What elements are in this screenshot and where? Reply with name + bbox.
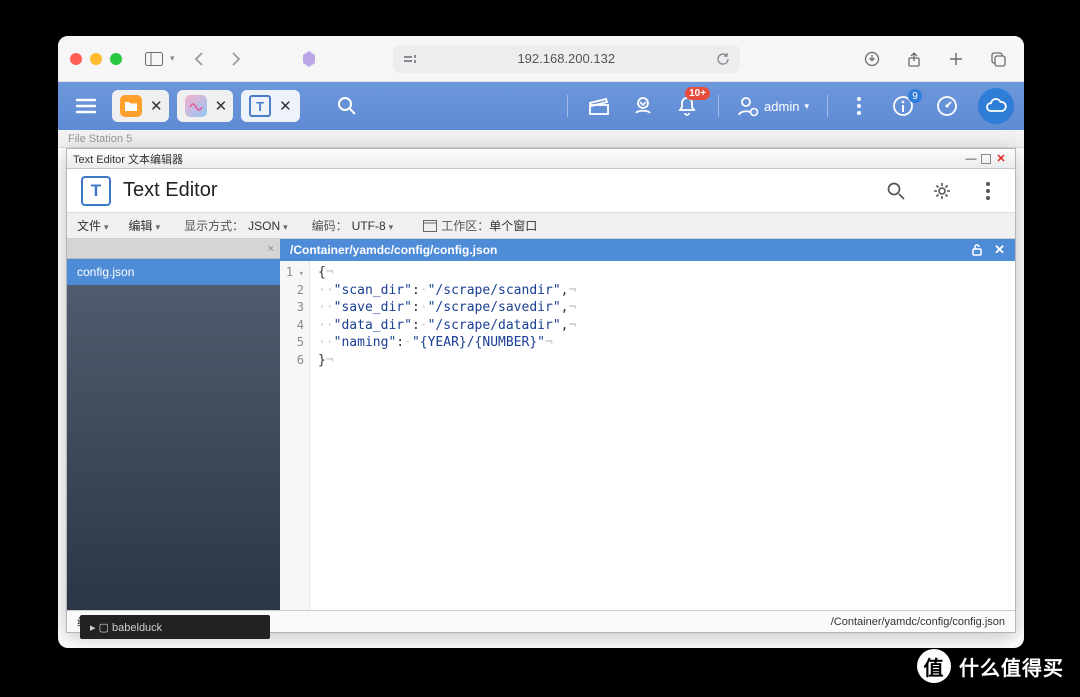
text-editor-window: Text Editor 文本编辑器 ✕ T Text Editor 文件 编辑 … xyxy=(66,148,1016,633)
background-crumb: File Station 5 xyxy=(58,130,1024,148)
notification-badge: 10+ xyxy=(685,87,710,100)
maximize-window-button[interactable] xyxy=(110,53,122,65)
code-area[interactable]: 123456 {¬··"scan_dir":·"/scrape/scandir"… xyxy=(280,261,1015,610)
maximize-button[interactable] xyxy=(981,154,991,164)
site-settings-icon[interactable] xyxy=(403,53,417,65)
workspace-label: 工作区： xyxy=(441,217,489,234)
encoding-select[interactable]: UTF-8 xyxy=(352,213,404,238)
close-file-icon[interactable]: ✕ xyxy=(994,242,1005,258)
code-content[interactable]: {¬··"scan_dir":·"/scrape/scandir",¬··"sa… xyxy=(310,261,584,610)
info-button[interactable]: 9 xyxy=(890,93,916,119)
close-window-button[interactable] xyxy=(70,53,82,65)
workspace-icon xyxy=(423,220,437,232)
menu-edit[interactable]: 编辑 xyxy=(119,213,171,238)
task-file-station[interactable]: ✕ xyxy=(112,90,169,122)
minimize-window-button[interactable] xyxy=(90,53,102,65)
background-task-peek: ▸ ▢ babelduck xyxy=(80,615,270,639)
te-app-title: Text Editor xyxy=(123,179,863,202)
sidebar-icon xyxy=(140,47,168,71)
te-editor-pane: /Container/yamdc/config/config.json ✕ 12… xyxy=(280,239,1015,610)
sidebar-toggle[interactable]: ▾ xyxy=(140,47,175,71)
address-text: 192.168.200.132 xyxy=(517,51,615,66)
close-icon[interactable]: ✕ xyxy=(150,97,163,115)
dashboard-button[interactable] xyxy=(934,93,960,119)
tabs-overview-button[interactable] xyxy=(984,47,1012,71)
forward-button[interactable] xyxy=(223,47,251,71)
close-icon[interactable]: ✕ xyxy=(215,97,228,115)
open-file-tab[interactable]: config.json xyxy=(67,259,280,285)
more-button[interactable] xyxy=(975,178,1001,204)
devices-icon[interactable] xyxy=(630,93,656,119)
address-bar[interactable]: 192.168.200.132 xyxy=(393,45,740,73)
nas-top-bar: ✕ ✕ T ✕ 10+ xyxy=(58,82,1024,130)
display-mode-label: 显示方式： xyxy=(170,217,248,234)
close-button[interactable]: ✕ xyxy=(993,152,1009,166)
user-label: admin xyxy=(764,99,799,114)
clapper-icon[interactable] xyxy=(586,93,612,119)
te-window-titlebar[interactable]: Text Editor 文本编辑器 ✕ xyxy=(67,149,1015,169)
close-icon[interactable]: ✕ xyxy=(279,97,292,115)
cloud-button[interactable] xyxy=(978,88,1014,124)
user-icon xyxy=(737,95,759,117)
browser-titlebar: ▾ 192.168.200.132 xyxy=(58,36,1024,82)
watermark: 值 什么值得买 xyxy=(917,649,1064,683)
text-editor-icon: T xyxy=(249,95,271,117)
text-editor-app-icon: T xyxy=(81,176,111,206)
sidebar-close[interactable]: × xyxy=(67,239,280,259)
te-window-title: Text Editor 文本编辑器 xyxy=(73,151,961,167)
display-mode-select[interactable]: JSON xyxy=(248,213,298,238)
info-badge: 9 xyxy=(908,89,922,103)
te-header: T Text Editor xyxy=(67,169,1015,213)
nas-right-controls: 10+ admin ▾ 9 xyxy=(567,88,1014,124)
search-button[interactable] xyxy=(883,178,909,204)
te-menubar: 文件 编辑 显示方式： JSON 编码： UTF-8 工作区： 单个窗口 xyxy=(67,213,1015,239)
downloads-button[interactable] xyxy=(858,47,886,71)
wave-icon xyxy=(185,95,207,117)
workspace-value: 单个窗口 xyxy=(489,217,537,234)
share-button[interactable] xyxy=(900,47,928,71)
status-path: /Container/yamdc/config/config.json xyxy=(831,616,1005,628)
menu-file[interactable]: 文件 xyxy=(67,213,119,238)
new-tab-button[interactable] xyxy=(942,47,970,71)
line-gutter: 123456 xyxy=(280,261,310,610)
reload-button[interactable] xyxy=(716,52,730,66)
task-text-editor[interactable]: T ✕ xyxy=(241,90,300,122)
user-menu[interactable]: admin ▾ xyxy=(737,95,809,117)
folder-icon xyxy=(120,95,142,117)
encoding-label: 编码： xyxy=(298,217,352,234)
main-menu-button[interactable] xyxy=(68,89,104,123)
notifications-button[interactable]: 10+ xyxy=(674,93,700,119)
task-app-2[interactable]: ✕ xyxy=(177,90,234,122)
te-path-bar: /Container/yamdc/config/config.json ✕ xyxy=(280,239,1015,261)
more-button[interactable] xyxy=(846,93,872,119)
back-button[interactable] xyxy=(185,47,213,71)
unlock-icon[interactable] xyxy=(970,243,984,257)
minimize-button[interactable] xyxy=(963,152,979,166)
site-app-icon[interactable] xyxy=(295,47,323,71)
te-file-sidebar: × config.json xyxy=(67,239,280,610)
settings-button[interactable] xyxy=(929,178,955,204)
search-button[interactable] xyxy=(334,93,360,119)
traffic-lights xyxy=(70,53,122,65)
file-path: /Container/yamdc/config/config.json xyxy=(290,243,960,257)
